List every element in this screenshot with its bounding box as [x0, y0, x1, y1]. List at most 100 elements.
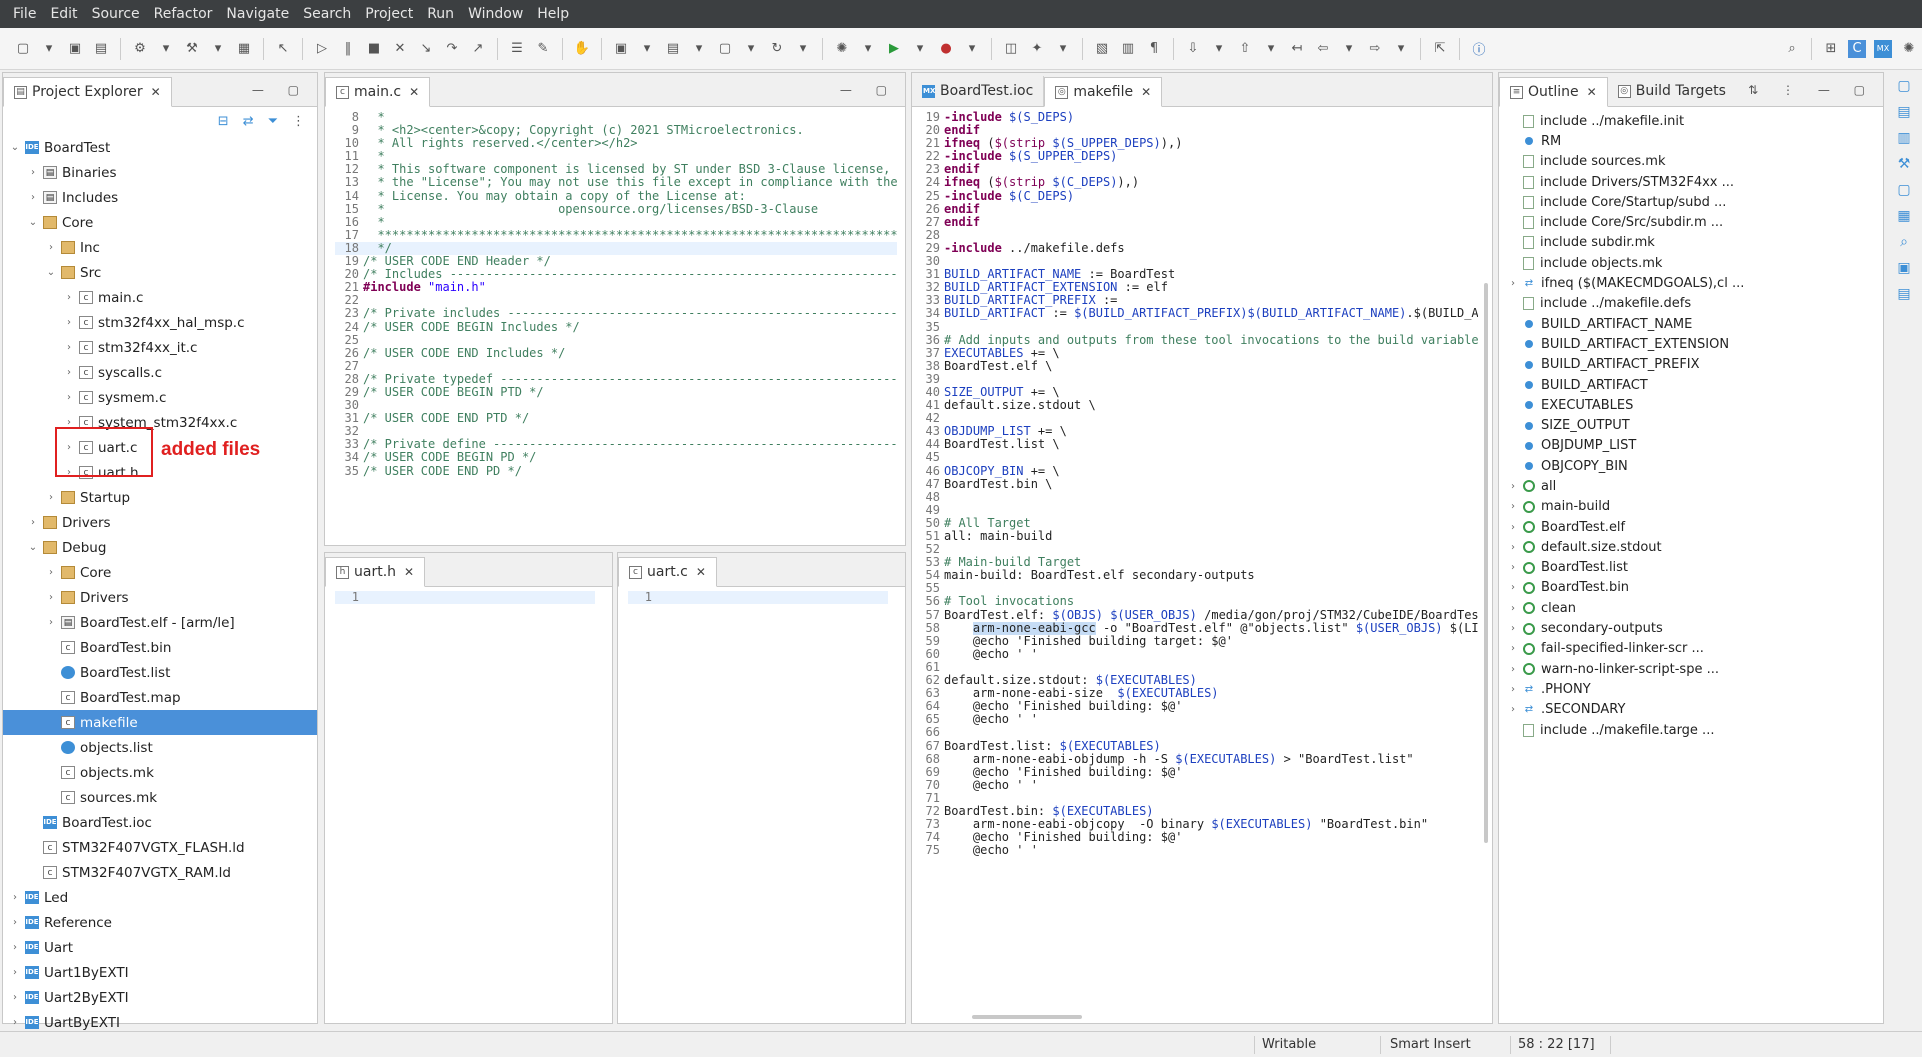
chevron-right-icon[interactable]: › — [1507, 501, 1519, 512]
block-select-icon[interactable]: ▥ — [1119, 40, 1137, 58]
tree-item[interactable]: › c uart.h — [3, 460, 317, 485]
tree-item[interactable]: › ▤ BoardTest.elf - [arm/le] — [3, 610, 317, 635]
outline-item[interactable]: › BoardTest.elf — [1507, 517, 1883, 537]
search-tool-icon[interactable]: ✦ — [1028, 40, 1046, 58]
external-tools-icon[interactable]: ● — [937, 40, 955, 58]
dropdown-icon[interactable]: ▾ — [1262, 40, 1280, 58]
outline-item[interactable]: OBJCOPY_BIN — [1507, 456, 1883, 476]
tree-item[interactable]: ⌄ Core — [3, 210, 317, 235]
search-icon[interactable]: ⌕ — [1783, 40, 1801, 58]
tree-item[interactable]: BoardTest.list — [3, 660, 317, 685]
vertical-scrollbar[interactable] — [1484, 283, 1488, 843]
edit-icon[interactable]: ✎ — [534, 40, 552, 58]
dropdown-icon[interactable]: ▾ — [1054, 40, 1072, 58]
static-stack-icon[interactable]: ▤ — [1897, 286, 1910, 302]
chevron-right-icon[interactable]: › — [27, 192, 39, 203]
info-icon[interactable]: ⓘ — [1470, 40, 1488, 58]
cursor-icon[interactable]: ↖ — [274, 40, 292, 58]
tree-item[interactable]: › IDE Led — [3, 885, 317, 910]
outline-item[interactable]: › ⇄ .SECONDARY — [1507, 700, 1883, 720]
dropdown-icon[interactable]: ▾ — [690, 40, 708, 58]
tree-item[interactable]: IDE BoardTest.ioc — [3, 810, 317, 835]
tree-item[interactable]: c BoardTest.map — [3, 685, 317, 710]
dropdown-icon[interactable]: ▾ — [1210, 40, 1228, 58]
minimized-view-icon[interactable]: ▢ — [1897, 78, 1910, 94]
outline-item[interactable]: EXECUTABLES — [1507, 395, 1883, 415]
chevron-right-icon[interactable]: › — [45, 617, 57, 628]
outline-item[interactable]: › main-build — [1507, 497, 1883, 517]
progress-icon[interactable]: ▣ — [1897, 260, 1910, 276]
menu-item-source[interactable]: Source — [85, 6, 147, 22]
chevron-down-icon[interactable]: ⌄ — [9, 142, 21, 153]
tree-item[interactable]: › Drivers — [3, 510, 317, 535]
outline-item[interactable]: › BoardTest.bin — [1507, 578, 1883, 598]
tab-outline[interactable]: ≡ Outline ✕ — [1499, 77, 1608, 107]
code-area[interactable]: 1 — [325, 587, 612, 605]
chevron-right-icon[interactable]: › — [1507, 664, 1519, 675]
outline-item[interactable]: › warn-no-linker-script-spe ... — [1507, 659, 1883, 679]
dropdown-icon[interactable]: ▾ — [40, 40, 58, 58]
tree-item[interactable]: › Core — [3, 560, 317, 585]
tab-boardtest-ioc[interactable]: MX BoardTest.ioc — [912, 76, 1045, 106]
tree-item[interactable]: › IDE Uart2ByEXTI — [3, 985, 317, 1010]
build-analyzer-icon[interactable]: ⚒ — [1898, 156, 1911, 172]
pin-editor-icon[interactable]: ⇱ — [1431, 40, 1449, 58]
debug-icon[interactable]: ✺ — [833, 40, 851, 58]
outline-item[interactable]: include subdir.mk — [1507, 233, 1883, 253]
close-icon[interactable]: ✕ — [696, 565, 706, 579]
tree-item[interactable]: › c system_stm32f4xx.c — [3, 410, 317, 435]
menu-item-edit[interactable]: Edit — [43, 6, 84, 22]
chevron-right-icon[interactable]: › — [63, 367, 75, 378]
tree-item[interactable]: ⌄ Src — [3, 260, 317, 285]
outline-item[interactable]: BUILD_ARTIFACT_PREFIX — [1507, 355, 1883, 375]
menu-item-project[interactable]: Project — [358, 6, 420, 22]
chevron-right-icon[interactable]: › — [1507, 684, 1519, 695]
open-type-icon[interactable]: ◫ — [1002, 40, 1020, 58]
minimized-view-icon[interactable]: ▢ — [1897, 182, 1910, 198]
new-icon[interactable]: ▢ — [14, 40, 32, 58]
menu-item-search[interactable]: Search — [296, 6, 358, 22]
code-area[interactable]: 1 — [618, 587, 905, 605]
dropdown-icon[interactable]: ▾ — [911, 40, 929, 58]
outline-item[interactable]: › default.size.stdout — [1507, 537, 1883, 557]
chevron-right-icon[interactable]: › — [9, 917, 21, 928]
tab-makefile[interactable]: ◎ makefile ✕ — [1044, 77, 1163, 107]
plugin-icon[interactable]: ✋ — [573, 40, 591, 58]
tab-main-c[interactable]: c main.c ✕ — [325, 77, 431, 107]
perspective-cpp-icon[interactable]: C — [1848, 39, 1866, 58]
code-area[interactable]: 8 * 9 * <h2><center>&copy; Copyright (c) … — [325, 107, 905, 541]
build-hammer-icon[interactable]: ⚒ — [183, 40, 201, 58]
link-editor-icon[interactable]: ⇄ — [243, 114, 254, 129]
tree-item[interactable]: › c stm32f4xx_it.c — [3, 335, 317, 360]
disconnect-icon[interactable]: ✕ — [391, 40, 409, 58]
outline-item[interactable]: BUILD_ARTIFACT_NAME — [1507, 314, 1883, 334]
memory-icon[interactable]: ▥ — [1897, 130, 1910, 146]
chevron-down-icon[interactable]: ⌄ — [45, 267, 57, 278]
filter-icon[interactable]: ⏷ — [268, 114, 278, 129]
outline-item[interactable]: RM — [1507, 131, 1883, 151]
chevron-right-icon[interactable]: › — [9, 892, 21, 903]
view-controls[interactable]: — ▢ — [840, 83, 897, 97]
close-icon[interactable]: ✕ — [404, 565, 414, 579]
outline-item[interactable]: include ../makefile.defs — [1507, 294, 1883, 314]
chevron-right-icon[interactable]: › — [9, 942, 21, 953]
view-menu-icon[interactable]: ⋮ — [292, 114, 305, 129]
outline-item[interactable]: include Drivers/STM32F4xx ... — [1507, 172, 1883, 192]
tree-item[interactable]: ⌄ Debug — [3, 535, 317, 560]
save-icon[interactable]: ▣ — [66, 40, 84, 58]
tree-item[interactable]: c makefile — [3, 710, 317, 735]
new-file-icon[interactable]: ▢ — [716, 40, 734, 58]
outline-item[interactable]: › ⇄ .PHONY — [1507, 679, 1883, 699]
outline-item[interactable]: include sources.mk — [1507, 152, 1883, 172]
tree-item[interactable]: c STM32F407VGTX_RAM.ld — [3, 860, 317, 885]
chevron-right-icon[interactable]: › — [9, 1017, 21, 1028]
dropdown-icon[interactable]: ▾ — [157, 40, 175, 58]
tree-item[interactable]: › ▤ Includes — [3, 185, 317, 210]
tree-item[interactable]: › c uart.c — [3, 435, 317, 460]
chevron-right-icon[interactable]: › — [1507, 522, 1519, 533]
suspend-icon[interactable]: ‖ — [339, 40, 357, 58]
view-controls[interactable]: ⇅ ⋮ — ▢ — [1748, 83, 1875, 97]
refresh-icon[interactable]: ↻ — [768, 40, 786, 58]
tree-item[interactable]: › ▤ Binaries — [3, 160, 317, 185]
dropdown-icon[interactable]: ▾ — [638, 40, 656, 58]
